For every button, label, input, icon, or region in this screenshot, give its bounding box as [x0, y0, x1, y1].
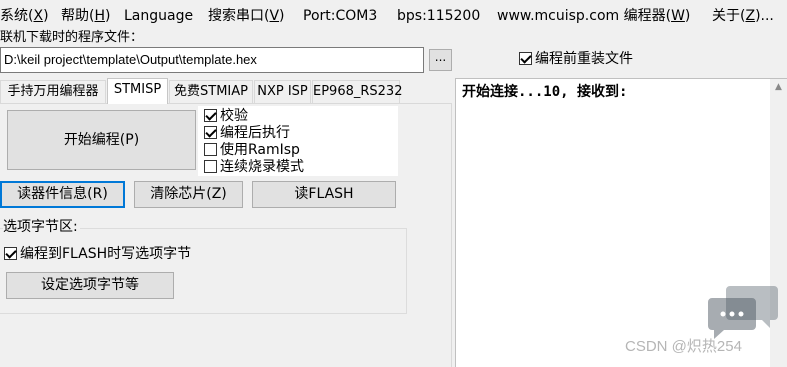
checkbox-empty-icon	[204, 142, 217, 156]
continuous-burn-label: 连续烧录模式	[220, 159, 304, 175]
tab-handheld-programmer[interactable]: 手持万用编程器	[0, 80, 106, 103]
option-bytes-group-label: 选项字节区:	[3, 219, 80, 236]
csdn-watermark: CSDN @炽热254	[625, 338, 742, 355]
write-option-bytes-label: 编程到FLASH时写选项字节	[20, 246, 192, 262]
set-option-bytes-button[interactable]: 设定选项字节等	[6, 272, 174, 299]
menu-system[interactable]: 系统(X)	[0, 7, 49, 25]
verify-label: 校验	[220, 108, 248, 124]
checkbox-empty-icon	[204, 159, 217, 173]
menu-port[interactable]: Port:COM3	[303, 7, 377, 25]
menu-search-port[interactable]: 搜索串口(V)	[208, 7, 285, 25]
use-ramisp-label: 使用RamIsp	[220, 142, 300, 158]
write-option-bytes-checkbox[interactable]: 编程到FLASH时写选项字节	[4, 246, 191, 263]
chat-bubble-watermark-icon	[708, 286, 778, 339]
reload-before-program-label: 编程前重装文件	[535, 51, 633, 67]
checkbox-check-icon	[519, 51, 532, 65]
tab-free-stmiap[interactable]: 免费STMIAP	[169, 80, 253, 103]
menu-about[interactable]: 关于(Z)...	[712, 7, 787, 25]
menu-language[interactable]: Language	[124, 7, 193, 25]
run-after-program-label: 编程后执行	[220, 125, 290, 141]
menu-help[interactable]: 帮助(H)	[61, 7, 110, 25]
output-text: 开始连接...10, 接收到:	[462, 84, 628, 100]
erase-chip-button[interactable]: 清除芯片(Z)	[134, 181, 243, 208]
continuous-burn-checkbox[interactable]: 连续烧录模式	[204, 159, 304, 176]
run-after-program-checkbox[interactable]: 编程后执行	[204, 125, 290, 142]
reload-before-program-checkbox[interactable]: 编程前重装文件	[519, 51, 633, 68]
tab-nxp-isp[interactable]: NXP ISP	[254, 80, 311, 103]
verify-checkbox[interactable]: 校验	[204, 108, 248, 125]
menu-programmer-site[interactable]: www.mcuisp.com 编程器(W)	[497, 7, 709, 25]
tab-stmisp[interactable]: STMISP	[107, 78, 168, 104]
checkbox-check-icon	[4, 246, 17, 260]
program-file-path-input[interactable]: D:\keil project\template\Output\template…	[0, 47, 424, 73]
scroll-up-arrow-icon[interactable]: ▲	[770, 79, 787, 96]
browse-button[interactable]: ...	[429, 49, 452, 71]
start-program-button[interactable]: 开始编程(P)	[7, 110, 196, 170]
read-device-info-button[interactable]: 读器件信息(R)	[0, 181, 125, 208]
use-ramisp-checkbox[interactable]: 使用RamIsp	[204, 142, 300, 159]
menu-bar: 系统(X) 帮助(H) Language 搜索串口(V) Port:COM3 b…	[0, 0, 787, 30]
checkbox-check-icon	[204, 108, 217, 122]
read-flash-button[interactable]: 读FLASH	[252, 181, 396, 208]
menu-baud[interactable]: bps:115200	[397, 7, 480, 25]
program-file-label: 联机下载时的程序文件：	[0, 30, 144, 45]
option-bytes-group	[0, 228, 407, 314]
tab-ep968-rs232[interactable]: EP968_RS232	[312, 80, 402, 103]
checkbox-check-icon	[204, 125, 217, 139]
